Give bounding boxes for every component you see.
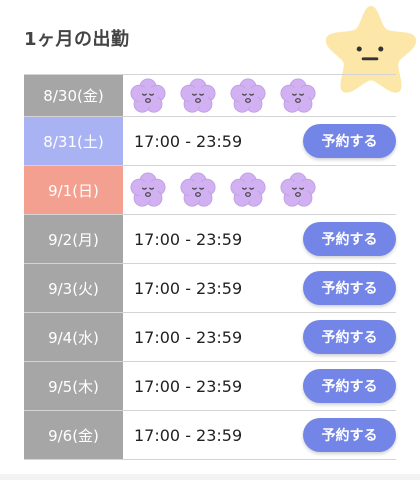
date-cell: 9/6(金) xyxy=(24,411,123,459)
shift-time: 17:00 - 23:59 xyxy=(134,425,243,445)
flower-face-icon xyxy=(230,172,266,208)
shift-time: 17:00 - 23:59 xyxy=(134,278,243,298)
schedule-row: 8/30(金) xyxy=(24,74,396,117)
flower-face-icon xyxy=(230,78,266,114)
reserve-button[interactable]: 予約する xyxy=(303,271,396,305)
date-cell: 8/31(土) xyxy=(24,117,123,165)
shift-time: 17:00 - 23:59 xyxy=(134,131,243,151)
date-cell: 9/3(火) xyxy=(24,264,123,312)
schedule-card: 1ヶ月の出勤 8/30(金) 8/31(土) 17:00 - 23:59 予約する 9/… xyxy=(0,0,420,474)
shift-time: 17:00 - 23:59 xyxy=(134,376,243,396)
schedule-row: 9/6(金) 17:00 - 23:59 予約する xyxy=(24,411,396,460)
date-cell: 9/5(木) xyxy=(24,362,123,410)
reserve-button[interactable]: 予約する xyxy=(303,124,396,158)
schedule-row: 9/3(火) 17:00 - 23:59 予約する xyxy=(24,264,396,313)
reserve-button[interactable]: 予約する xyxy=(303,222,396,256)
date-cell: 9/1(日) xyxy=(24,166,123,214)
schedule-row: 9/4(水) 17:00 - 23:59 予約する xyxy=(24,313,396,362)
page-title: 1ヶ月の出勤 xyxy=(24,29,130,50)
schedule-row: 9/5(木) 17:00 - 23:59 予約する xyxy=(24,362,396,411)
off-day-flowers xyxy=(130,166,316,214)
schedule-row: 9/2(月) 17:00 - 23:59 予約する xyxy=(24,215,396,264)
schedule-row: 9/1(日) xyxy=(24,166,396,215)
flower-face-icon xyxy=(280,78,316,114)
reserve-button[interactable]: 予約する xyxy=(303,369,396,403)
reserve-button[interactable]: 予約する xyxy=(303,320,396,354)
shift-time: 17:00 - 23:59 xyxy=(134,327,243,347)
schedule-list: 8/30(金) 8/31(土) 17:00 - 23:59 予約する 9/1(日) 9/2… xyxy=(24,74,396,460)
schedule-row: 8/31(土) 17:00 - 23:59 予約する xyxy=(24,117,396,166)
flower-face-icon xyxy=(280,172,316,208)
date-cell: 8/30(金) xyxy=(24,75,123,116)
flower-face-icon xyxy=(130,172,166,208)
flower-face-icon xyxy=(180,78,216,114)
date-cell: 9/2(月) xyxy=(24,215,123,263)
shift-time: 17:00 - 23:59 xyxy=(134,229,243,249)
flower-face-icon xyxy=(130,78,166,114)
reserve-button[interactable]: 予約する xyxy=(303,418,396,452)
flower-face-icon xyxy=(180,172,216,208)
date-cell: 9/4(水) xyxy=(24,313,123,361)
off-day-flowers xyxy=(130,75,316,116)
